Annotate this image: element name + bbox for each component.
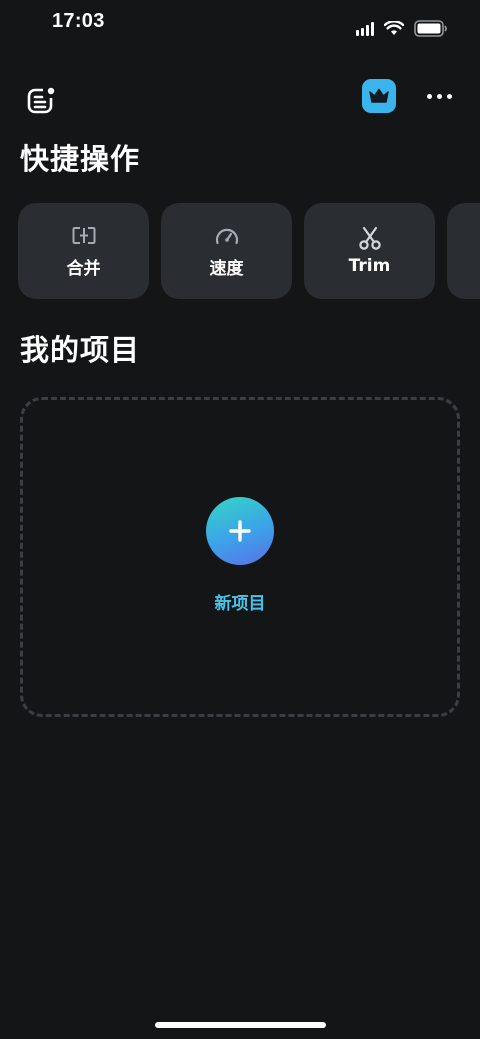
action-label: 合并 <box>66 258 101 279</box>
my-projects-title: 我的项目 <box>20 333 141 367</box>
menu-button[interactable] <box>22 80 62 120</box>
cellular-signal-icon <box>356 21 374 36</box>
merge-action-card[interactable]: 合并 <box>18 203 149 299</box>
home-indicator[interactable] <box>155 1022 326 1028</box>
menu-notification-icon <box>27 86 56 114</box>
speed-action-card[interactable]: 速度 <box>161 203 292 299</box>
status-time: 17:03 <box>52 10 105 32</box>
vip-button[interactable] <box>362 79 396 113</box>
action-label: Trim <box>348 256 391 276</box>
status-icons <box>356 20 448 37</box>
more-button[interactable] <box>420 82 458 110</box>
speedometer-icon <box>215 228 238 244</box>
quick-action-card-partial[interactable] <box>447 203 480 299</box>
quick-actions-title: 快捷操作 <box>20 142 141 176</box>
merge-icon <box>72 226 95 244</box>
crown-icon <box>369 88 389 103</box>
trim-action-card[interactable]: Trim <box>304 203 435 299</box>
new-project-button[interactable] <box>206 497 274 565</box>
new-project-label[interactable]: 新项目 <box>140 589 340 614</box>
top-bar <box>0 76 480 120</box>
action-label: 速度 <box>209 258 244 279</box>
more-dots-icon <box>426 93 432 99</box>
quick-actions-carousel[interactable]: 合并 速度 Trim <box>18 203 480 299</box>
scissors-icon <box>358 226 381 250</box>
plus-icon <box>229 520 251 542</box>
app-screen: 17:03 快捷操作 合并 速度 Trim 我的项目 新项目 <box>0 0 480 1039</box>
wifi-icon <box>384 21 404 36</box>
status-bar: 17:03 <box>0 0 480 50</box>
battery-icon <box>414 20 448 37</box>
